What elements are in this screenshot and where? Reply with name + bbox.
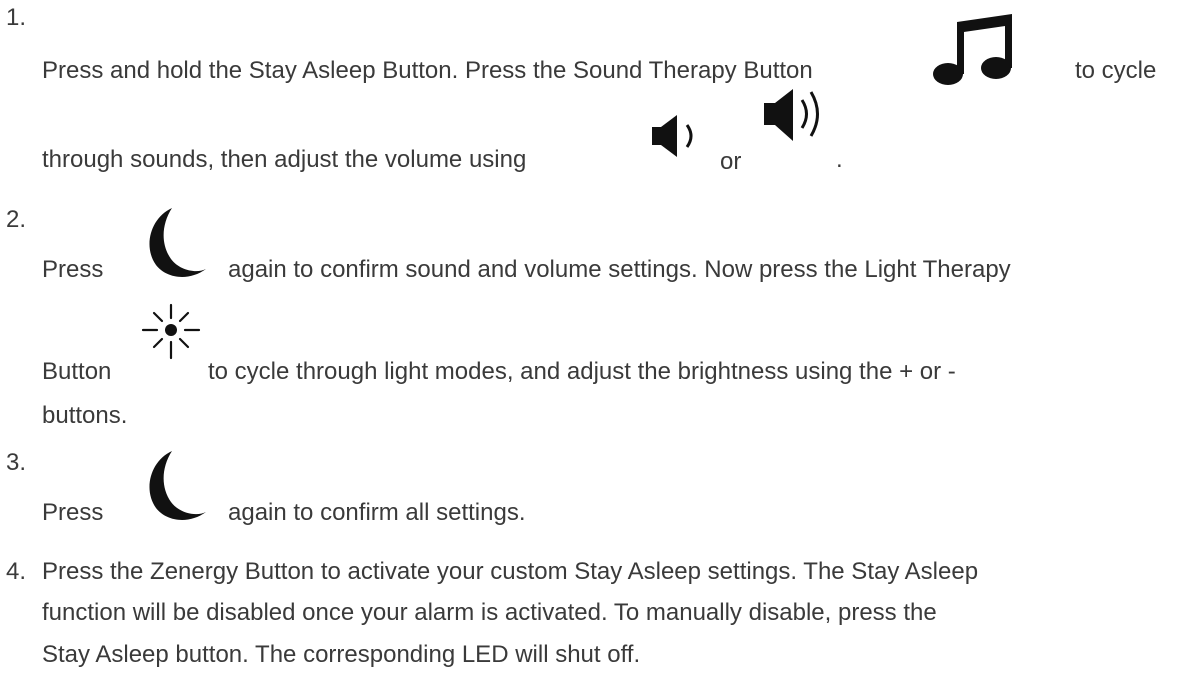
- step-4-text-line-3: Stay Asleep button. The corresponding LE…: [42, 641, 641, 668]
- music-note-icon: [933, 14, 1012, 85]
- step-number: 4.: [6, 558, 27, 585]
- crescent-moon-icon: [149, 208, 206, 277]
- volume-high-icon: [764, 89, 819, 141]
- step-1-text-or: or: [720, 148, 742, 175]
- step-2-text-press: Press: [42, 256, 104, 283]
- step-4-text-line-1: Press the Zenergy Button to activate you…: [42, 558, 979, 585]
- step-2-text-line-3: buttons.: [42, 402, 128, 429]
- step-2-text-button: Button: [42, 358, 112, 385]
- step-1-text-line-1: Press and hold the Stay Asleep Button. P…: [42, 57, 813, 84]
- step-3-text-line-1: again to confirm all settings.: [228, 499, 526, 526]
- sun-icon: [141, 303, 201, 360]
- step-2-text-line-2: to cycle through light modes, and adjust…: [208, 358, 956, 385]
- step-1-text-period: .: [836, 146, 843, 173]
- step-3-text-press: Press: [42, 499, 104, 526]
- step-4-text-line-2: function will be disabled once your alar…: [42, 599, 937, 626]
- step-number: 3.: [6, 449, 27, 476]
- crescent-moon-icon: [149, 451, 206, 520]
- step-1-text-cycle: to cycle: [1075, 57, 1157, 84]
- volume-low-icon: [652, 115, 693, 157]
- step-number: 2.: [6, 206, 27, 233]
- step-number: 1.: [6, 4, 27, 31]
- step-2-text-line-1: again to confirm sound and volume settin…: [228, 256, 1011, 283]
- step-1-text-line-2: through sounds, then adjust the volume u…: [42, 146, 527, 173]
